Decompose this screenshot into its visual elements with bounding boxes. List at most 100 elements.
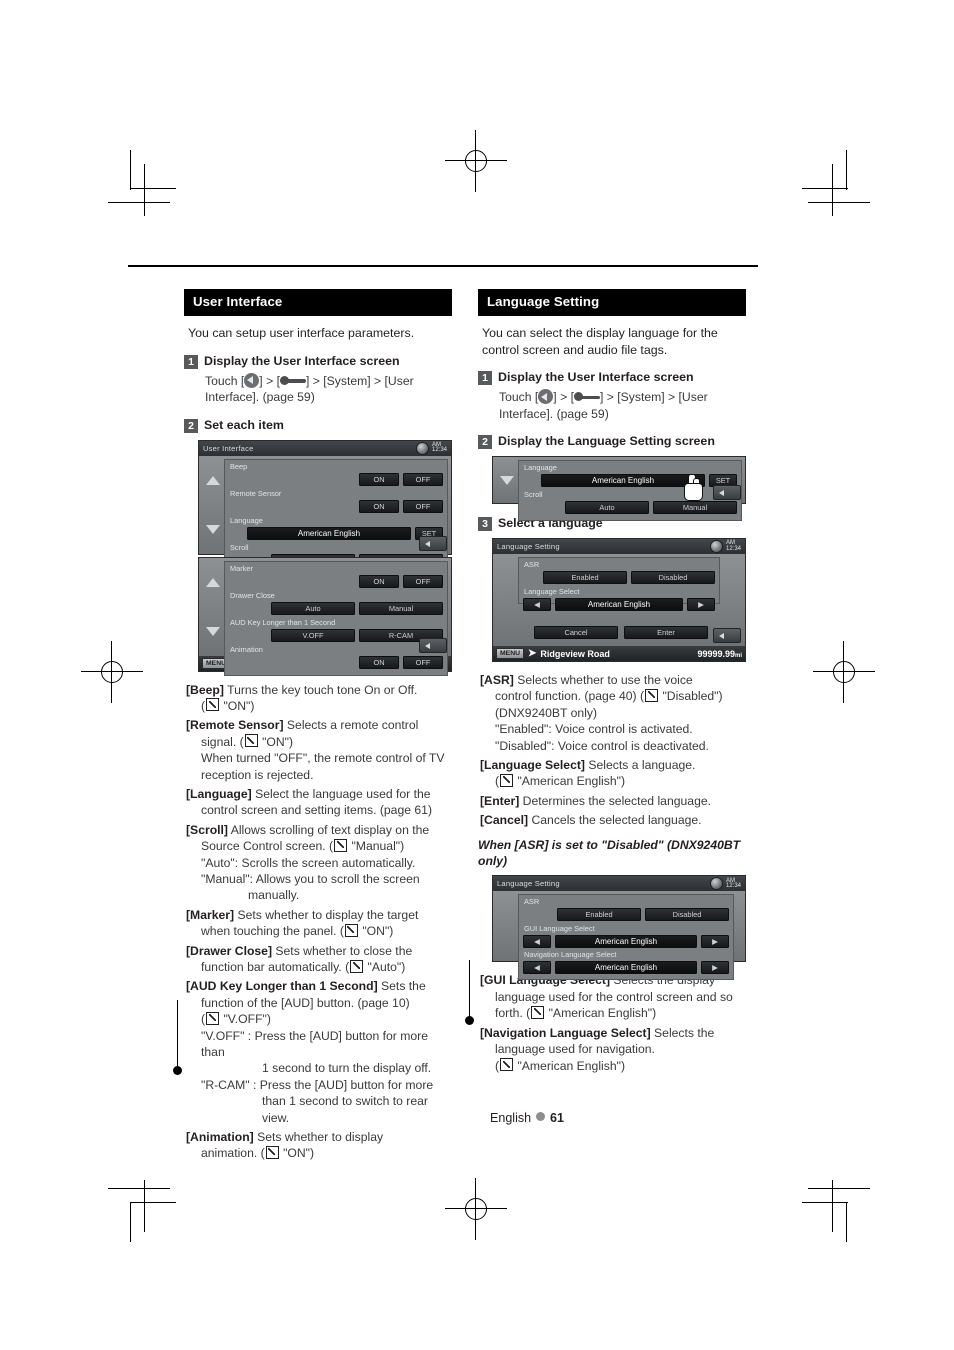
device-screenshot-user-interface-top: User Interface AM 12:34 Beep ON OFF Remo… [198,439,452,676]
back-button-3[interactable] [713,485,741,500]
desc-gui-line-3: forth. ( "American English") [480,1005,746,1021]
language-next-button[interactable]: ▶ [687,598,715,611]
desc-drawer-line-1: function bar automatically. ( "Auto") [186,959,452,975]
desc-scroll-manual-cont: manually. [248,888,300,903]
nav-language-next-button[interactable]: ▶ [701,961,729,975]
nav-language-prev-button[interactable]: ◀ [523,961,551,975]
scroll-down-icon[interactable] [206,524,220,534]
scroll-arrows[interactable] [203,456,223,554]
back-button[interactable] [419,535,447,551]
desc-text-beep: Turns the key touch tone On or Off. [223,682,418,697]
step-number-1: 1 [184,354,198,369]
row-buttons-asr: Enabled Disabled [523,571,715,584]
scroll-arrows-2[interactable] [203,558,223,656]
gui-language-prev-button[interactable]: ◀ [523,935,551,949]
desc-aud-line-2: ( "V.OFF") [186,1011,452,1027]
scroll-arrows-3[interactable] [497,457,517,503]
desc-remote-line-3: reception is rejected. [201,767,314,782]
step-title-1-right: Display the User Interface screen [498,370,694,384]
beep-on-button[interactable]: ON [359,472,399,486]
page-footer: English 61 [0,1109,954,1127]
scroll-manual-button-2[interactable]: Manual [653,501,737,514]
aud-key-voff-button[interactable]: V.OFF [271,628,355,642]
language-value-field-2[interactable]: American English [541,474,705,487]
description-list-right-top: [ASR] Selects whether to use the voice c… [480,672,746,829]
asr-enabled-button[interactable]: Enabled [543,571,627,584]
row-label-language-select: Language Select [524,587,580,596]
language-select-value[interactable]: American English [555,598,683,611]
step-number-2: 2 [184,418,198,433]
scroll-down-icon-3[interactable] [500,475,514,485]
desc-text-nav-language: Selects the [650,1025,715,1040]
desc-language-select: [Language Select] Selects a language. ( … [480,757,746,790]
footer-dot-icon [536,1112,546,1121]
row-label-asr-2: ASR [524,897,540,907]
remote-sensor-on-button[interactable]: ON [359,499,399,513]
scroll-down-icon-2[interactable] [206,626,220,636]
enter-button[interactable]: Enter [624,626,708,639]
desc-text-remote-sensor: Selects a remote control [283,718,419,733]
asr-disabled-button-2[interactable]: Disabled [645,908,729,922]
margin-rule-right [469,960,471,1020]
desc-marker-line-1: when touching the panel. ( "ON") [186,923,452,939]
clock-time: 12:34 [725,882,741,889]
home-icon [538,389,554,404]
desc-beep: [Beep] Turns the key touch tone On or Of… [186,682,452,715]
desc-enter: [Enter] Determines the selected language… [480,793,746,809]
desc-default-beep: ( "ON") [186,698,452,714]
marker-off-button[interactable]: OFF [403,574,443,588]
menu-button-ls[interactable]: MENU [496,648,525,659]
desc-control-function-text: control function. (page 40) ( [495,689,645,704]
remote-sensor-off-button[interactable]: OFF [403,499,443,513]
back-button-4[interactable] [713,628,741,643]
step-number-1-right: 1 [478,371,492,385]
intro-text-right: You can select the display language for … [482,326,718,357]
drawer-close-auto-button[interactable]: Auto [271,601,355,615]
back-button-2[interactable] [419,637,447,653]
row-buttons-beep: ON OFF [229,472,443,486]
gui-language-value[interactable]: American English [555,935,697,949]
desc-open-paren: ( [495,1058,500,1073]
desc-scroll-line-1: Source Control screen. ( "Manual") [186,838,452,854]
row-label-drawer-close: Drawer Close [230,590,275,600]
desc-open-paren: ( [495,774,500,789]
language-value-field[interactable]: American English [247,526,411,540]
screen-titlebar: User Interface AM 12:34 [199,440,451,456]
drawer-close-manual-button[interactable]: Manual [359,601,443,615]
scroll-up-icon-2[interactable] [206,577,220,587]
row-nav-language-select: ◀ American English ▶ [523,961,729,975]
row-label-nav-language-select: Navigation Language Select [524,950,617,960]
screen-title: User Interface [203,443,254,453]
margin-bullet-left [173,1066,182,1075]
default-pen-icon [645,688,659,702]
default-pen-icon [334,838,348,852]
asr-disabled-button[interactable]: Disabled [631,571,715,584]
desc-forth-text: forth. ( [495,1006,531,1021]
confirm-buttons: Cancel Enter [534,626,708,639]
device-screenshot-language-setting: Language Setting AM 12:34 ASR Enabled Di… [492,538,746,662]
desc-text-language-select: Selects a language. [584,758,696,773]
setup-slider-icon [573,392,600,402]
asr-enabled-button-2[interactable]: Enabled [557,908,641,922]
touch-prefix: Touch [ [205,373,245,388]
gui-language-next-button[interactable]: ▶ [701,935,729,949]
language-prev-button[interactable]: ◀ [523,598,551,611]
marker-on-button[interactable]: ON [359,574,399,588]
registration-mark-left [81,641,143,703]
scroll-auto-button-2[interactable]: Auto [565,501,649,514]
globe-icon [709,877,723,891]
nav-language-value[interactable]: American English [555,961,697,975]
scroll-up-icon[interactable] [206,475,220,485]
default-pen-icon [531,1005,545,1019]
desc-term-nav-language: [Navigation Language Select] [480,1025,651,1040]
animation-on-button[interactable]: ON [359,655,399,669]
cancel-button[interactable]: Cancel [534,626,618,639]
animation-off-button[interactable]: OFF [403,655,443,669]
desc-default-value: "American English") [517,1058,625,1073]
beep-off-button[interactable]: OFF [403,472,443,486]
margin-bullet-right [465,1016,474,1025]
clock-time: 12:34 [725,545,741,552]
step-title-2-right: Display the Language Setting screen [498,434,715,448]
desc-language-line-2: control screen and setting items. (page … [201,803,433,818]
intro-text-left: You can setup user interface parameters. [188,326,415,340]
